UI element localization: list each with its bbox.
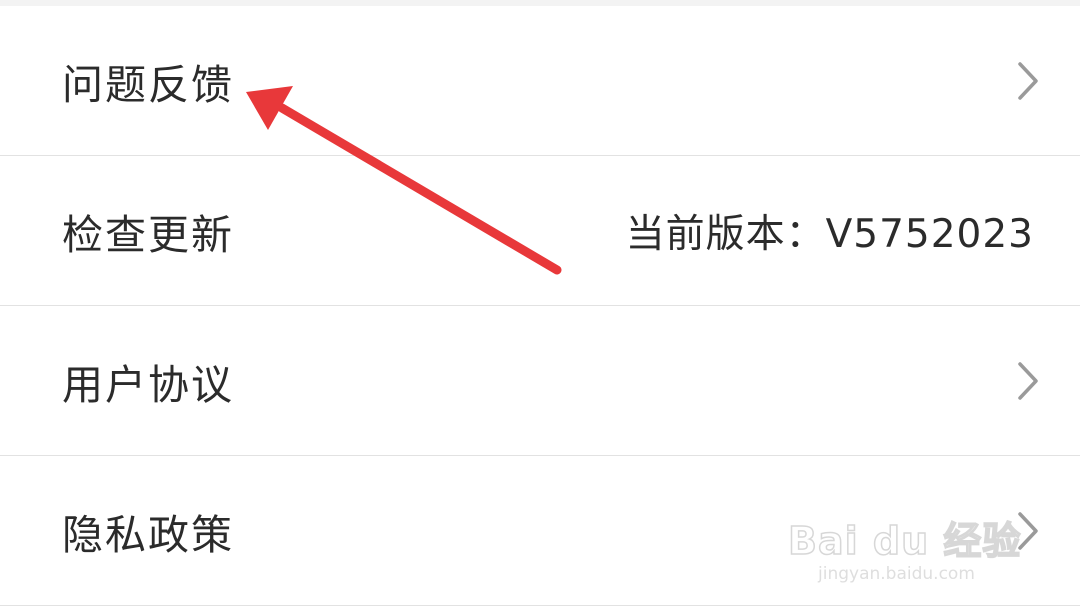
settings-item-user-agreement[interactable]: 用户协议 — [0, 306, 1080, 456]
settings-screen: 问题反馈 检查更新 当前版本：V5752023 用户协议 隐私政策 Bai du — [0, 0, 1080, 616]
current-version-text: 当前版本：V5752023 — [625, 211, 1034, 257]
settings-item-label: 检查更新 — [62, 210, 234, 259]
chevron-right-icon — [1018, 61, 1038, 100]
settings-item-label: 问题反馈 — [62, 60, 234, 109]
settings-item-check-update[interactable]: 检查更新 当前版本：V5752023 — [0, 156, 1080, 306]
chevron-right-icon — [1018, 511, 1038, 550]
settings-item-feedback[interactable]: 问题反馈 — [0, 6, 1080, 156]
settings-item-privacy-policy[interactable]: 隐私政策 — [0, 456, 1080, 606]
settings-item-label: 隐私政策 — [62, 510, 234, 559]
settings-item-label: 用户协议 — [62, 360, 234, 409]
settings-list: 问题反馈 检查更新 当前版本：V5752023 用户协议 隐私政策 — [0, 6, 1080, 606]
chevron-right-icon — [1018, 361, 1038, 400]
